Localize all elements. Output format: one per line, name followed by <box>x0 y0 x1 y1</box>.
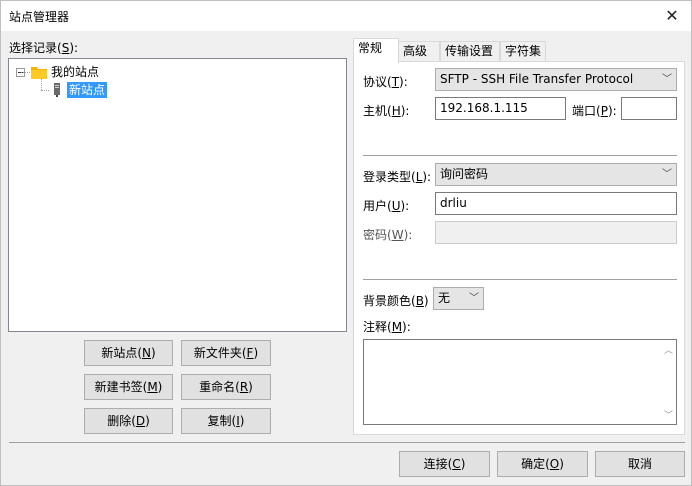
tree-item-new-site[interactable]: 新站点 <box>67 82 108 98</box>
password-label: 密码(W): <box>363 228 413 242</box>
host-input[interactable]: 192.168.1.115 <box>435 97 566 120</box>
scroll-up-icon[interactable]: ︿ <box>664 343 673 356</box>
chevron-down-icon: ﹀ <box>662 74 672 85</box>
comment-textarea[interactable]: ︿ ﹀ <box>363 339 677 425</box>
tab-charset[interactable]: 字符集 <box>500 41 546 62</box>
new-folder-button[interactable]: 新文件夹(F) <box>181 340 271 366</box>
port-input[interactable] <box>621 97 677 120</box>
site-tree[interactable]: 我的站点 新站点 <box>8 58 347 332</box>
general-panel: 协议(T): SFTP - SSH File Transfer Protocol… <box>353 61 685 435</box>
folder-icon <box>31 67 47 79</box>
tree-connector <box>41 79 42 90</box>
chevron-down-icon: ﹀ <box>662 169 672 180</box>
user-input[interactable]: drliu <box>435 192 677 215</box>
bg-color-label: 背景颜色(B) <box>363 294 429 308</box>
separator <box>363 279 677 280</box>
delete-button[interactable]: 删除(D) <box>84 408 173 434</box>
tree-item-my-sites[interactable]: 我的站点 <box>51 64 99 80</box>
chevron-down-icon: ﹀ <box>469 293 479 304</box>
new-bookmark-button[interactable]: 新建书签(M) <box>84 374 173 400</box>
connect-button[interactable]: 连接(C) <box>399 451 490 477</box>
window-title: 站点管理器 <box>9 10 70 24</box>
protocol-label: 协议(T): <box>363 75 408 89</box>
logon-type-label: 登录类型(L): <box>363 170 432 184</box>
password-input <box>435 221 677 244</box>
close-icon[interactable]: ✕ <box>661 5 683 27</box>
port-label: 端口(P): <box>572 104 617 118</box>
select-entry-label: 选择记录(S): <box>9 41 79 55</box>
logon-type-value: 询问密码 <box>440 167 489 181</box>
tree-connector <box>21 72 30 73</box>
footer-separator <box>9 442 685 443</box>
bg-color-value: 无 <box>438 291 451 305</box>
user-label: 用户(U): <box>363 199 410 213</box>
tree-connector <box>41 90 49 91</box>
tab-transfer-settings[interactable]: 传输设置 <box>440 41 500 62</box>
cancel-button[interactable]: 取消 <box>595 451 685 477</box>
new-site-button[interactable]: 新站点(N) <box>84 340 173 366</box>
protocol-value: SFTP - SSH File Transfer Protocol <box>440 72 634 86</box>
comment-label: 注释(M): <box>363 320 411 334</box>
tab-advanced[interactable]: 高级 <box>398 41 440 62</box>
logon-type-select[interactable]: 询问密码 ﹀ <box>435 163 677 186</box>
ok-button[interactable]: 确定(O) <box>497 451 588 477</box>
copy-button[interactable]: 复制(I) <box>181 408 271 434</box>
host-label: 主机(H): <box>363 104 410 118</box>
tab-general[interactable]: 常规 <box>353 38 399 63</box>
site-manager-window: 站点管理器 ✕ 选择记录(S): 我的站点 新站点 新站点(N) 新文件夹(F)… <box>0 0 692 486</box>
separator <box>363 155 677 156</box>
title-bar: 站点管理器 ✕ <box>1 1 691 31</box>
protocol-select[interactable]: SFTP - SSH File Transfer Protocol ﹀ <box>435 68 677 91</box>
server-icon <box>54 83 60 97</box>
bg-color-select[interactable]: 无 ﹀ <box>433 287 484 310</box>
scroll-down-icon[interactable]: ﹀ <box>664 408 673 421</box>
rename-button[interactable]: 重命名(R) <box>181 374 271 400</box>
